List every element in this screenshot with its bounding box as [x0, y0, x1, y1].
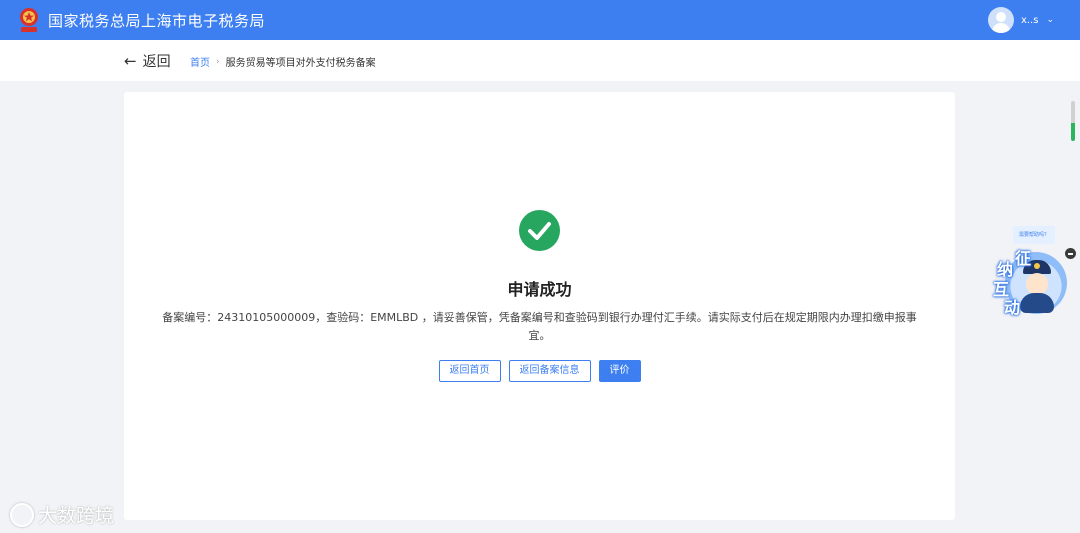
watermark: 大数跨境	[10, 501, 114, 528]
action-bar: 返回首页 返回备案信息 评价	[124, 360, 955, 382]
watermark-text: 大数跨境	[38, 505, 115, 527]
chevron-down-icon[interactable]: ⌄	[1046, 15, 1054, 25]
site-title: 国家税务总局上海市电子税务局	[48, 12, 266, 30]
minimize-icon[interactable]	[1065, 248, 1076, 259]
watermark-logo-icon	[10, 502, 34, 527]
breadcrumb-current: 服务贸易等项目对外支付税务备案	[225, 58, 376, 69]
sub-navigation: ← 返回 首页 › 服务贸易等项目对外支付税务备案	[0, 40, 1080, 81]
back-button[interactable]: ← 返回	[124, 51, 171, 71]
scrollbar-thumb[interactable]	[1071, 101, 1075, 141]
username[interactable]: x..s	[1021, 15, 1039, 26]
top-header: 国家税务总局上海市电子税务局 x..s ⌄	[0, 0, 1080, 40]
return-home-button[interactable]: 返回首页	[438, 360, 501, 382]
breadcrumb: 首页 › 服务贸易等项目对外支付税务备案	[190, 54, 376, 70]
return-record-button[interactable]: 返回备案信息	[508, 360, 591, 382]
breadcrumb-home-link[interactable]: 首页	[190, 54, 210, 69]
assistant-char[interactable]: 动	[1004, 294, 1020, 318]
rate-button[interactable]: 评价	[598, 360, 641, 382]
back-label[interactable]: 返回	[143, 51, 171, 71]
arrow-left-icon[interactable]: ←	[124, 52, 137, 70]
help-bubble[interactable]: 需要帮助吗？	[1013, 226, 1056, 244]
check-circle-icon	[519, 210, 560, 251]
tax-emblem-icon	[20, 8, 38, 32]
chevron-right-icon: ›	[216, 56, 220, 67]
result-title: 申请成功	[507, 280, 572, 299]
assistant-char[interactable]: 征	[1015, 245, 1031, 269]
user-menu[interactable]: x..s ⌄	[987, 7, 1054, 33]
avatar[interactable]	[987, 7, 1014, 33]
result-card: 申请成功 备案编号：24310105000009，查验码：EMMLBD ，请妥善…	[124, 92, 955, 520]
result-description: 备案编号：24310105000009，查验码：EMMLBD ，请妥善保管，凭备…	[162, 311, 917, 342]
